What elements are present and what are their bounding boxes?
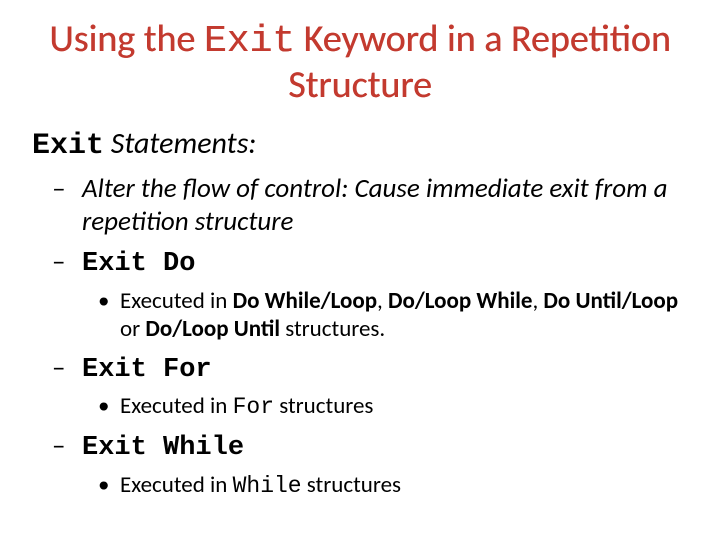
list-item: Alter the flow of control: Cause immedia… [82, 173, 690, 238]
section-code: Exit [32, 129, 104, 163]
sub-pre: Executed in [120, 392, 233, 420]
sub-item: Executed in While structures [120, 471, 690, 501]
sub-mono: For [233, 394, 274, 420]
sub-list: Executed in Do While/Loop, Do/Loop While… [120, 287, 690, 345]
sub-item: Executed in For structures [120, 392, 690, 422]
slide-title: Using the Exit Keyword in a Repetition S… [30, 18, 690, 107]
sub-bold: Do/Loop Until [145, 315, 280, 343]
sub-mid: , [532, 287, 543, 315]
sub-bold: Do While/Loop [233, 287, 377, 315]
list-item: Exit Do Executed in Do While/Loop, Do/Lo… [82, 246, 690, 344]
sub-pre: Executed in [120, 471, 233, 499]
title-code: Exit [204, 20, 295, 63]
title-post: Keyword in a Repetition Structure [288, 16, 671, 108]
sub-post: structures. [280, 315, 385, 343]
list-item: Exit While Executed in While structures [82, 430, 690, 500]
item-text: Alter the flow of control: Cause immedia… [82, 172, 668, 237]
section-heading: Exit Statements: [32, 125, 690, 163]
section-rest: Statements: [104, 125, 256, 162]
sub-mid: , [377, 287, 388, 315]
slide: Using the Exit Keyword in a Repetition S… [0, 0, 720, 540]
bullet-list: Alter the flow of control: Cause immedia… [82, 173, 690, 500]
sub-post: structures [274, 392, 373, 420]
sub-list: Executed in For structures [120, 392, 690, 422]
item-code: Exit While [82, 433, 244, 463]
sub-mid: or [120, 315, 145, 343]
sub-bold: Do/Loop While [388, 287, 532, 315]
sub-mono: While [233, 473, 302, 499]
item-code: Exit Do [82, 249, 195, 279]
list-item: Exit For Executed in For structures [82, 352, 690, 422]
sub-bold: Do Until/Loop [543, 287, 678, 315]
sub-item: Executed in Do While/Loop, Do/Loop While… [120, 287, 690, 345]
sub-pre: Executed in [120, 287, 233, 315]
title-pre: Using the [49, 16, 204, 62]
sub-list: Executed in While structures [120, 471, 690, 501]
item-code: Exit For [82, 355, 212, 385]
sub-post: structures [302, 471, 401, 499]
